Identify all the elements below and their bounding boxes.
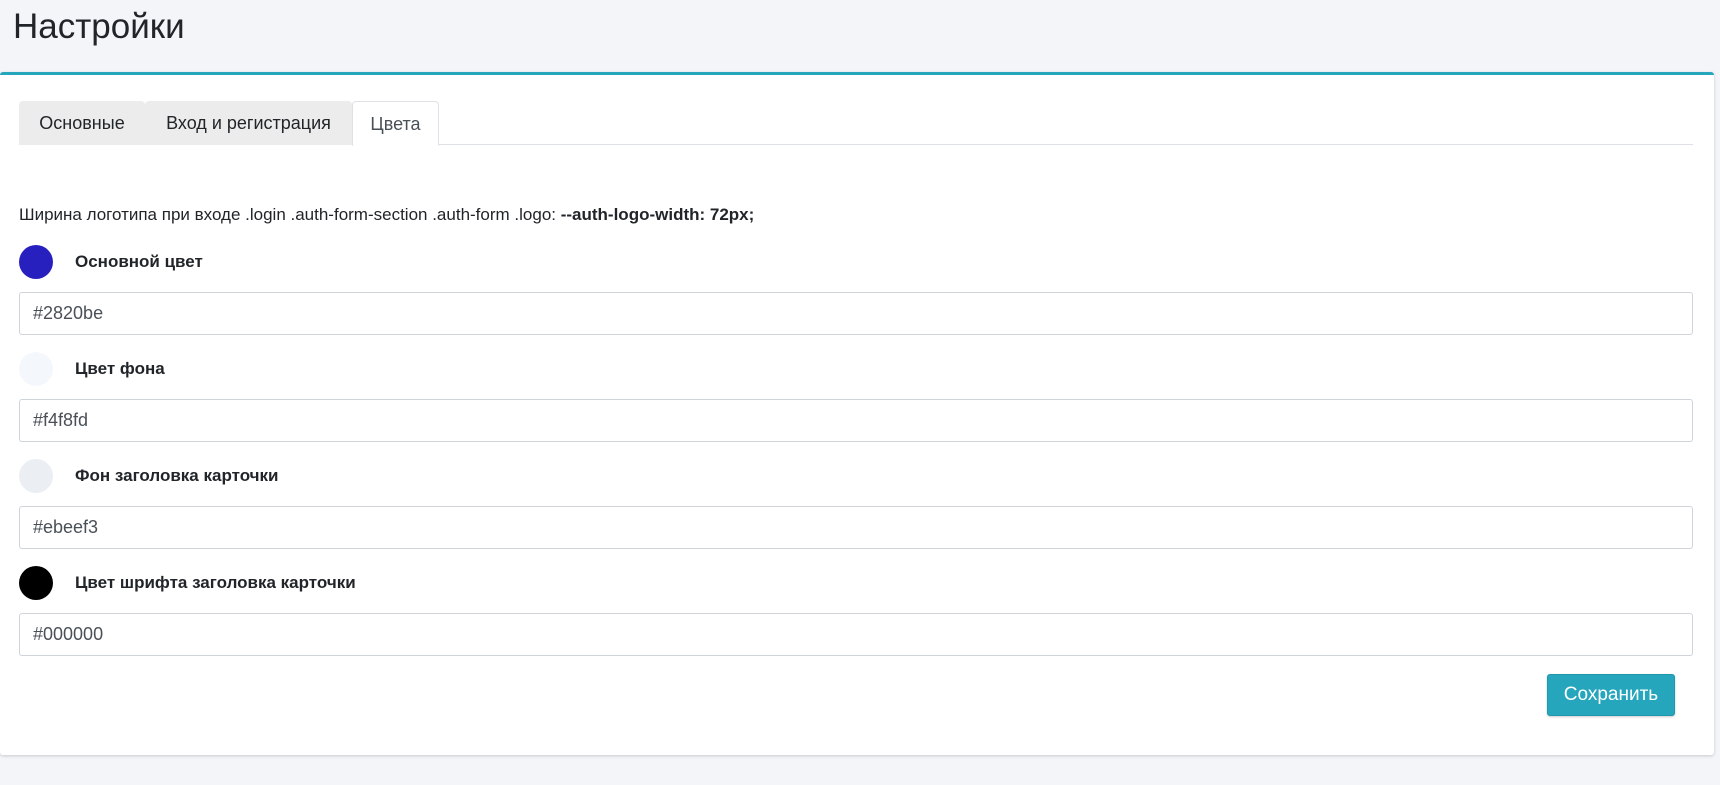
logo-width-hint-text: Ширина логотипа при входе .login .auth-f… xyxy=(19,205,561,224)
logo-width-hint: Ширина логотипа при входе .login .auth-f… xyxy=(19,204,754,226)
primary-color-label: Основной цвет xyxy=(75,252,203,271)
background-color-swatch[interactable] xyxy=(19,352,53,386)
background-color-label: Цвет фона xyxy=(75,359,165,378)
card-header-font-label: Цвет шрифта заголовка карточки xyxy=(75,573,356,592)
settings-tabs: Основные Вход и регистрация Цвета xyxy=(19,101,1693,146)
tab-login-registration[interactable]: Вход и регистрация xyxy=(145,101,352,145)
tab-main[interactable]: Основные xyxy=(19,101,145,145)
primary-color-input[interactable] xyxy=(19,292,1693,335)
tab-colors[interactable]: Цвета xyxy=(352,101,439,146)
card-header-bg-swatch[interactable] xyxy=(19,459,53,493)
logo-width-hint-code: --auth-logo-width: 72px; xyxy=(560,205,755,224)
save-button[interactable]: Сохранить xyxy=(1547,674,1675,716)
card-header-bg-input[interactable] xyxy=(19,506,1693,549)
primary-color-swatch[interactable] xyxy=(19,245,53,279)
card-header-font-input[interactable] xyxy=(19,613,1693,656)
card-header-bg-label: Фон заголовка карточки xyxy=(75,466,279,485)
background-color-input[interactable] xyxy=(19,399,1693,442)
page-title: Настройки xyxy=(13,7,185,46)
card-header-font-swatch[interactable] xyxy=(19,566,53,600)
settings-card: Основные Вход и регистрация Цвета Ширина… xyxy=(0,72,1714,755)
